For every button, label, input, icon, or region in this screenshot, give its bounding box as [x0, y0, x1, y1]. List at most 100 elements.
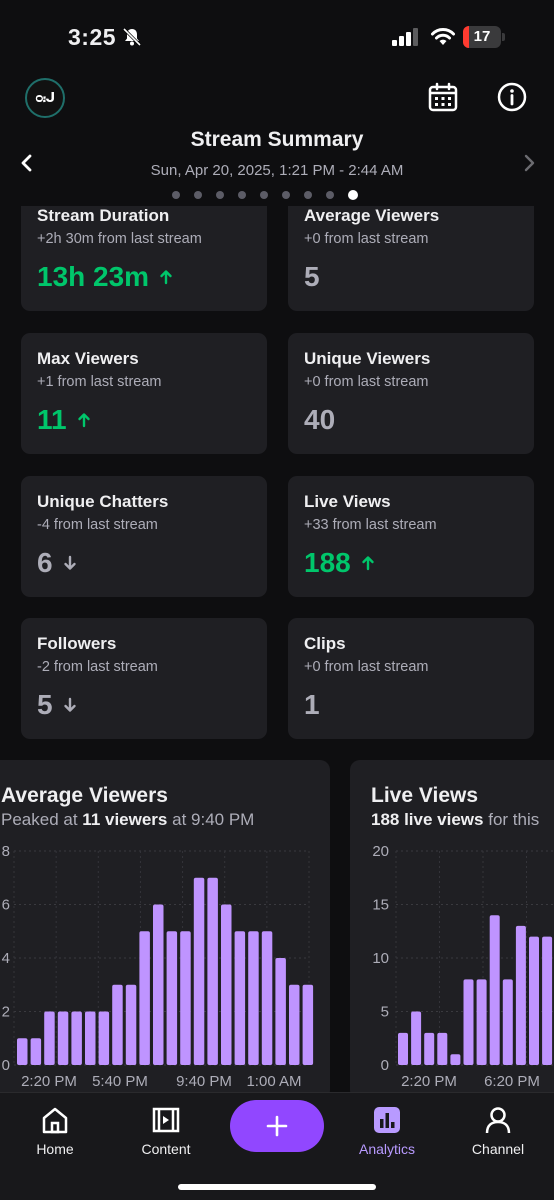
chart-bar[interactable] [502, 979, 513, 1065]
chart-bar[interactable] [166, 931, 178, 1065]
tab-label: Content [141, 1141, 191, 1157]
y-tick-label: 2 [2, 1004, 10, 1021]
chevron-right-icon[interactable] [520, 152, 538, 174]
channel-logo-button[interactable]: ᴑ᎓ᒍ [25, 78, 65, 118]
chart-bar[interactable] [476, 979, 487, 1065]
y-tick-label: 6 [2, 897, 10, 914]
chart-bar[interactable] [180, 931, 191, 1065]
wifi-icon [431, 28, 455, 45]
stat-label: Unique Viewers [304, 349, 431, 368]
x-tick-label: 6:20 PM [484, 1073, 540, 1090]
chart-bar[interactable] [248, 931, 259, 1065]
chart-bar[interactable] [98, 1011, 110, 1066]
stat-card[interactable]: Max Viewers +1 from last stream 11 [21, 333, 267, 454]
stat-label: Clips [304, 634, 346, 653]
chart-bar[interactable] [489, 915, 500, 1065]
stat-card[interactable]: Clips +0 from last stream 1 [288, 618, 534, 739]
stat-label: Followers [37, 634, 117, 653]
chart-bar[interactable] [234, 931, 246, 1065]
analytics-icon [374, 1107, 400, 1133]
page-dot[interactable] [238, 191, 246, 199]
y-tick-label: 0 [381, 1057, 389, 1074]
chart-bar[interactable] [139, 931, 150, 1065]
tab-channel[interactable]: Channel [453, 1105, 543, 1157]
page-dot[interactable] [348, 190, 358, 200]
stat-card[interactable]: Unique Chatters -4 from last stream 6 [21, 476, 267, 597]
page-dot[interactable] [194, 191, 202, 199]
page-dot[interactable] [282, 191, 290, 199]
x-tick-label: 2:20 PM [401, 1073, 457, 1090]
create-button[interactable] [230, 1100, 324, 1152]
stat-card[interactable]: Stream Duration +2h 30m from last stream 1… [21, 206, 267, 311]
battery-indicator: 17 [463, 26, 505, 48]
tab-label: Channel [471, 1141, 525, 1157]
chart-bar[interactable] [529, 936, 539, 1065]
home-indicator [178, 1184, 376, 1190]
tab-analytics[interactable]: Analytics [342, 1105, 432, 1157]
page-dot[interactable] [172, 191, 180, 199]
page-dot[interactable] [260, 191, 268, 199]
calendar-icon[interactable] [428, 82, 458, 112]
chart-bar[interactable] [398, 1032, 408, 1065]
stream-date-range: Sun, Apr 20, 2025, 1:21 PM - 2:44 AM [150, 162, 404, 179]
chart-bar[interactable] [542, 936, 553, 1065]
arrow-up-icon [77, 413, 90, 428]
chart-bar[interactable] [125, 984, 137, 1065]
chart-bar[interactable] [207, 877, 218, 1065]
y-tick-label: 8 [2, 843, 10, 860]
chart-bar[interactable] [17, 1038, 28, 1065]
tab-content[interactable]: Content [121, 1105, 211, 1157]
content-icon [152, 1107, 180, 1133]
arrow-up-icon [160, 270, 172, 285]
cellular-signal-icon [392, 28, 418, 46]
y-tick-label: 5 [381, 1004, 389, 1021]
chart-bar[interactable] [85, 1011, 96, 1066]
chart-bar[interactable] [30, 1038, 42, 1065]
stat-card[interactable]: Average Viewers +0 from last stream 5 [288, 206, 534, 311]
chart-bar[interactable] [411, 1011, 422, 1066]
chart-bar[interactable] [71, 1011, 82, 1066]
stat-card[interactable]: Live Views +33 from last stream 188 [288, 476, 534, 597]
chart-bar[interactable] [44, 1011, 55, 1066]
chart-bar[interactable] [463, 979, 474, 1065]
stat-value: 188 [304, 547, 375, 579]
stat-delta: +1 from last stream [37, 374, 162, 390]
chart-bar[interactable] [275, 958, 286, 1065]
chart-bar[interactable] [193, 877, 205, 1065]
x-tick-label: 2:20 PM [21, 1073, 77, 1090]
page-dot[interactable] [304, 191, 312, 199]
arrow-down-icon [63, 555, 76, 570]
page-indicator[interactable] [172, 189, 358, 201]
stat-card[interactable]: Followers -2 from last stream 5 [21, 618, 267, 739]
tab-home[interactable]: Home [10, 1105, 100, 1157]
chart-bar[interactable] [153, 904, 164, 1066]
stat-delta: +33 from last stream [304, 517, 437, 533]
info-icon[interactable] [497, 82, 527, 112]
stat-value: 5 [37, 689, 77, 721]
live-views-chart-card[interactable]: Live Views 188 live views for this 20 15 1… [350, 760, 554, 1100]
chart-bar[interactable] [221, 904, 232, 1066]
chart-bar[interactable] [57, 1011, 69, 1066]
chart-bar[interactable] [437, 1032, 448, 1065]
stat-card[interactable]: Unique Viewers +0 from last stream 40 [288, 333, 534, 454]
stat-label: Stream Duration [37, 206, 170, 225]
chart-bar[interactable] [112, 984, 123, 1065]
chart-bar[interactable] [261, 931, 273, 1065]
average-viewers-chart-card[interactable]: Average Viewers Peaked at 11 viewers at … [0, 760, 330, 1100]
x-tick-label: 5:40 PM [92, 1073, 148, 1090]
chart-bar[interactable] [289, 984, 300, 1065]
tab-label: Analytics [358, 1141, 416, 1157]
page-dot[interactable] [216, 191, 224, 199]
chart-bar[interactable] [450, 1054, 461, 1065]
chart-bar[interactable] [302, 984, 314, 1065]
stat-delta: -2 from last stream [37, 659, 158, 675]
battery-level: 17 [473, 28, 491, 45]
y-tick-label: 20 [372, 843, 389, 860]
chart-bar[interactable] [515, 925, 526, 1065]
chart-bar[interactable] [424, 1032, 435, 1065]
plus-icon [266, 1115, 288, 1137]
status-time: 3:25 [68, 24, 117, 50]
page-dot[interactable] [326, 191, 334, 199]
stat-delta: +0 from last stream [304, 374, 429, 390]
stat-delta: -4 from last stream [37, 517, 158, 533]
